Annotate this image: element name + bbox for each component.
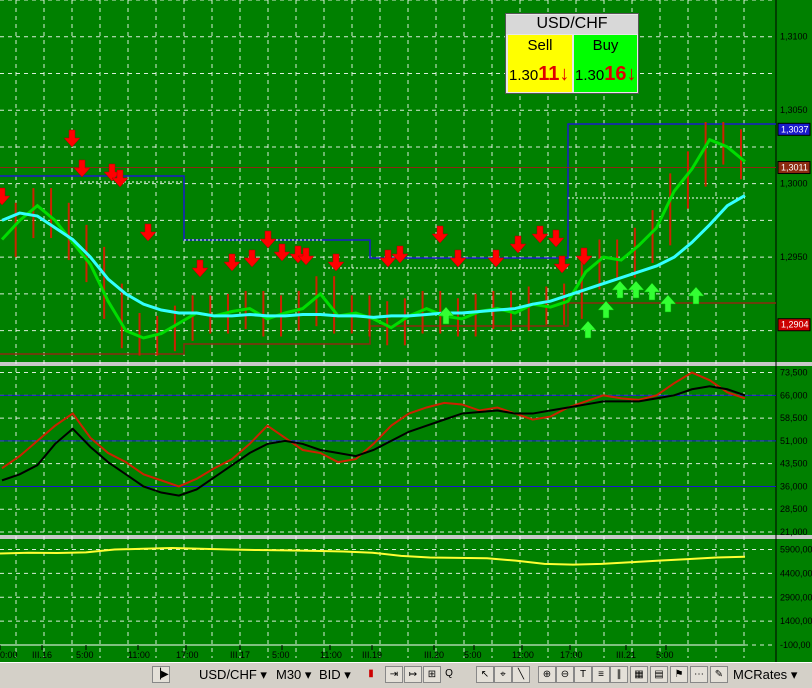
y-tick-label: 2900,00 <box>780 592 812 602</box>
cursor-icon[interactable]: ↖ <box>476 666 494 683</box>
symbol-select[interactable]: USD/CHF ▾ <box>199 667 267 683</box>
y-tick-label: 51,000 <box>780 436 808 446</box>
crosshair-icon[interactable]: ⌖ <box>494 666 512 683</box>
y-tick-label: 73,500 <box>780 368 808 378</box>
candle-icon[interactable]: ▮ <box>362 666 380 683</box>
price-type-dropdown-icon: ▾ <box>344 667 351 682</box>
price-type-label: BID <box>319 667 341 682</box>
line-tool-icon[interactable]: ╲ <box>512 666 530 683</box>
settings-icon[interactable]: ✎ <box>710 666 728 683</box>
quote-title: USD/CHF <box>506 15 638 34</box>
price-tag-label: 1,3011 <box>781 163 808 173</box>
y-tick-label: 1400,00 <box>780 616 812 626</box>
y-tick-label: 43,500 <box>780 459 808 469</box>
symbol-dropdown-icon: ▾ <box>260 667 267 682</box>
channel-icon[interactable]: ∥ <box>610 666 628 683</box>
buy-price-prefix: 1.30 <box>575 67 605 84</box>
zoom-label: Q <box>445 668 453 679</box>
y-tick-label: 1,3050 <box>780 105 808 115</box>
sell-price: 1.3011↓ <box>509 63 569 86</box>
scroll-button[interactable]: ▕▶ <box>152 666 170 683</box>
y-tick-label: 4400,00 <box>780 568 812 578</box>
quote-panel: USD/CHF Sell 1.3011↓ Buy 1.3016↓ <box>505 13 639 94</box>
zoom-out-icon[interactable]: ⊖ <box>556 666 574 683</box>
bottom-toolbar: ▕▶ USD/CHF ▾ M30 ▾ BID ▾ ▮ ⇥ ↦ ⊞ Q ↖ ⌖ ╲… <box>0 662 812 688</box>
timeframe-dropdown-icon: ▾ <box>304 667 312 682</box>
buy-price-pips: 16 <box>604 63 627 85</box>
template-icon[interactable]: ▤ <box>650 666 668 683</box>
price-panel-separator <box>0 362 812 366</box>
y-tick-label: -100,00 <box>780 640 811 650</box>
price-tag-label: 1,3037 <box>781 124 809 134</box>
y-tick-label: 36,000 <box>780 481 808 491</box>
sell-price-prefix: 1.30 <box>509 67 539 84</box>
text-tool-icon[interactable]: T <box>574 666 592 683</box>
zoom-button[interactable]: Q <box>440 666 458 683</box>
buy-button[interactable]: Buy 1.3016↓ <box>574 35 637 92</box>
y-tick-label: 1,2950 <box>780 252 808 262</box>
grid-icon[interactable]: ⊞ <box>423 666 441 683</box>
object-icon[interactable]: ▦ <box>630 666 648 683</box>
sell-button[interactable]: Sell 1.3011↓ <box>508 35 572 92</box>
indicator-icon[interactable]: ⋯ <box>690 666 708 683</box>
zoom-in-icon[interactable]: ⊕ <box>538 666 556 683</box>
timeframe-label: M30 <box>276 667 302 682</box>
sell-down-arrow-icon: ↓ <box>559 63 570 85</box>
sell-label: Sell <box>527 37 553 54</box>
y-tick-label: 1,3100 <box>780 32 808 42</box>
y-tick-label: 66,000 <box>780 390 808 400</box>
scroll-left-icon[interactable]: ⇥ <box>385 666 403 683</box>
scroll-right-icon[interactable]: ↦ <box>404 666 422 683</box>
price-type-select[interactable]: BID ▾ <box>319 667 351 683</box>
y-tick-label: 58,500 <box>780 413 808 423</box>
fibonacci-icon[interactable]: ≡ <box>592 666 610 683</box>
y-tick-label: 21,000 <box>780 527 808 537</box>
buy-down-arrow-icon: ↓ <box>626 63 637 85</box>
timeframe-select[interactable]: M30 ▾ <box>276 667 311 683</box>
y-tick-label: 28,500 <box>780 504 808 514</box>
sell-price-pips: 11 <box>538 63 560 85</box>
rates-select[interactable]: MCRates ▾ <box>733 667 797 683</box>
symbol-label: USD/CHF <box>199 667 257 682</box>
price-tag-label: 1,2904 <box>781 320 809 330</box>
y-tick-label: 1,3000 <box>780 179 808 189</box>
oscillator-panel-separator <box>0 535 812 539</box>
rates-label: MCRates <box>733 667 788 682</box>
buy-price: 1.3016↓ <box>575 63 636 86</box>
chart-canvas: 1,3100 1,3050 1,3000 1,2950 1,3037 1,3011 1,29… <box>0 0 812 662</box>
alert-icon[interactable]: ⚑ <box>670 666 688 683</box>
y-tick-label: 5900,00 <box>780 545 812 555</box>
chart-root: 1,3100 1,3050 1,3000 1,2950 1,3037 1,3011 1,29… <box>0 0 812 687</box>
buy-label: Buy <box>592 37 619 54</box>
rates-dropdown-icon: ▾ <box>790 667 798 682</box>
